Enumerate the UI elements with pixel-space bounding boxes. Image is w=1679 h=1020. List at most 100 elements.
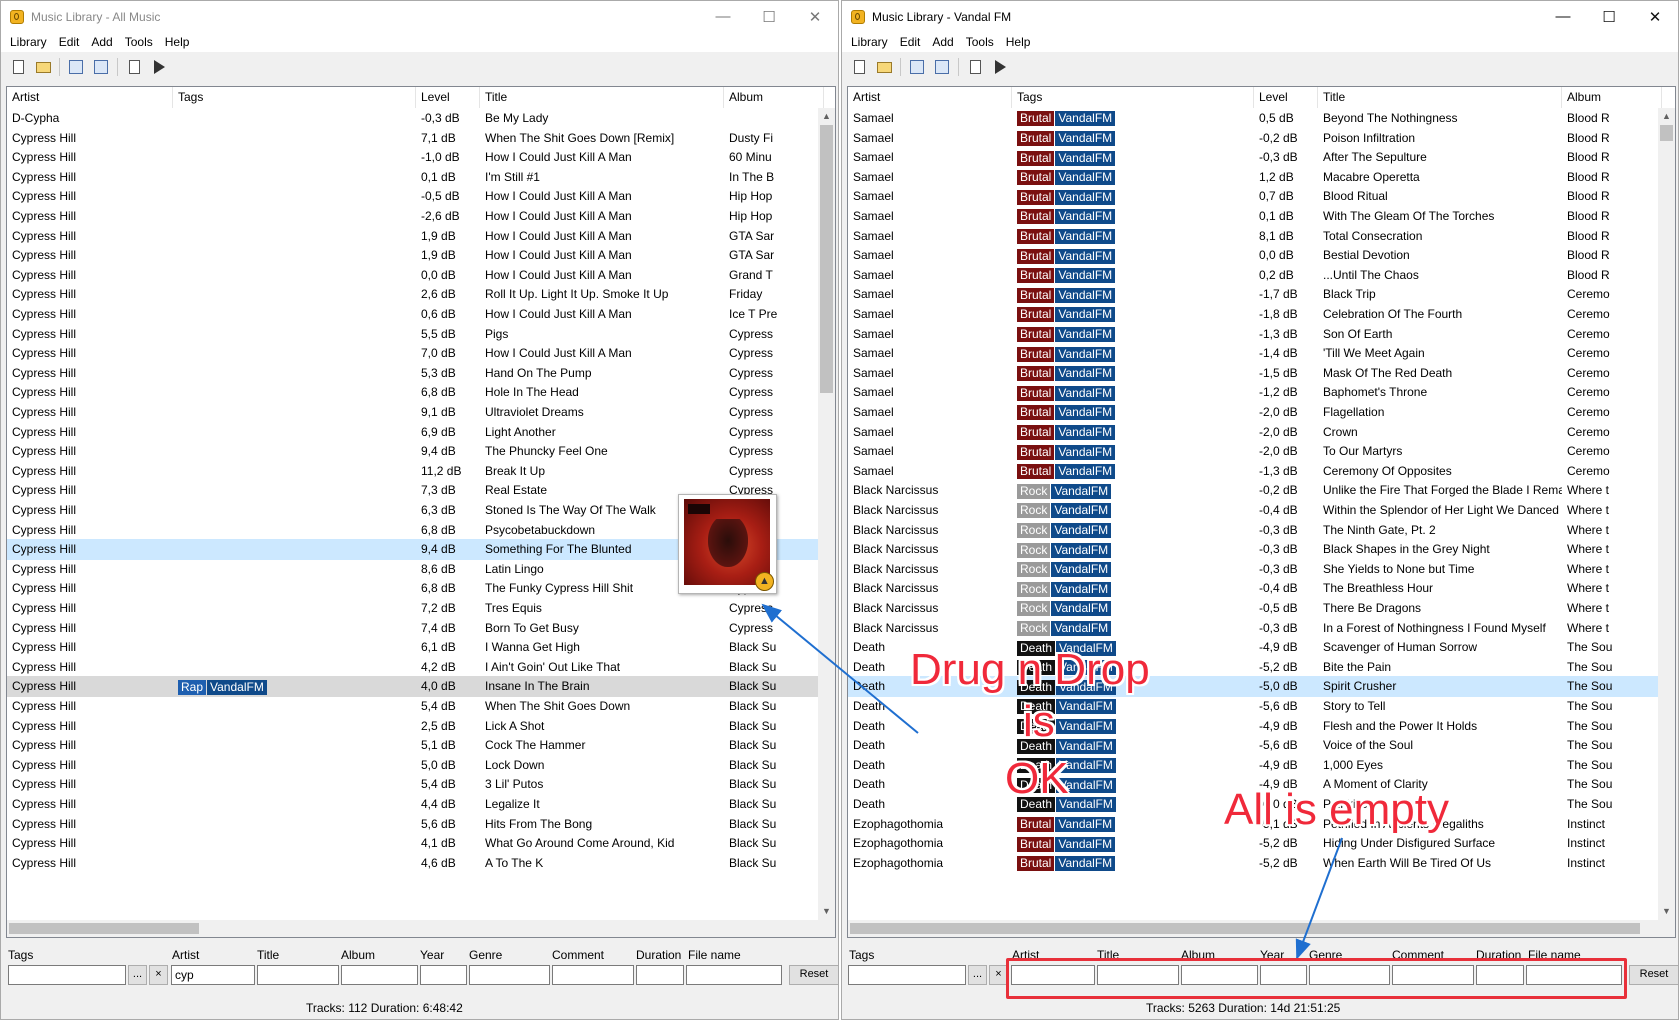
track-row[interactable]: Death Death VandalFM -4,9 dB Flesh and the P… (848, 716, 1675, 737)
add-folder-icon[interactable] (90, 56, 112, 78)
filter-year-input[interactable] (1260, 965, 1307, 985)
filter-filename-input[interactable] (686, 965, 782, 985)
scroll-down-icon[interactable]: ▼ (1658, 903, 1675, 920)
filter-title-input[interactable] (1097, 965, 1179, 985)
track-row[interactable]: Samael Brutal VandalFM -2,0 dB To Our Martyr… (848, 441, 1675, 462)
track-row[interactable]: Cypress Hill 6,1 dB I Wanna Get High Black … (7, 637, 835, 658)
track-row[interactable]: Samael Brutal VandalFM -0,3 dB After The Sep… (848, 147, 1675, 168)
reset-button[interactable]: Reset (789, 965, 838, 985)
add-folder-icon[interactable] (931, 56, 953, 78)
track-row[interactable]: Cypress Hill 9,1 dB Ultraviolet Dreams Cypr… (7, 402, 835, 423)
column-header-album[interactable]: Album (1562, 87, 1662, 108)
tags-clear-button[interactable]: × (149, 965, 168, 985)
add-files-icon[interactable] (906, 56, 928, 78)
track-row[interactable]: Cypress Hill 1,9 dB How I Could Just Kill … (7, 245, 835, 266)
horizontal-scrollbar[interactable] (848, 920, 1658, 937)
open-folder-icon[interactable] (873, 56, 895, 78)
column-header-title[interactable]: Title (480, 87, 724, 108)
scroll-down-icon[interactable]: ▼ (818, 903, 835, 920)
track-row[interactable]: Samael Brutal VandalFM 0,7 dB Blood Ritual Bl… (848, 186, 1675, 207)
track-row[interactable]: Cypress Hill 11,2 dB Break It Up Cypress (7, 461, 835, 482)
track-row[interactable]: Black Narcissus Rock VandalFM -0,5 dB There … (848, 598, 1675, 619)
play-icon[interactable] (989, 56, 1011, 78)
playlist-icon[interactable] (123, 56, 145, 78)
track-row[interactable]: Death Death VandalFM -4,9 dB 1,000 Eyes The S… (848, 755, 1675, 776)
track-row[interactable]: Cypress Hill 7,2 dB Tres Equis Cypress (7, 598, 835, 619)
column-header-level[interactable]: Level (416, 87, 480, 108)
menu-add[interactable]: Add (85, 35, 118, 49)
track-row[interactable]: Cypress Hill 7,4 dB Born To Get Busy Cypres… (7, 618, 835, 639)
filter-album-input[interactable] (341, 965, 418, 985)
track-row[interactable]: Samael Brutal VandalFM 1,2 dB Macabre Operet… (848, 167, 1675, 188)
minimize-button[interactable]: — (700, 1, 746, 32)
scroll-up-icon[interactable]: ▲ (818, 108, 835, 125)
column-header-level[interactable]: Level (1254, 87, 1318, 108)
track-row[interactable]: Cypress Hill 9,4 dB The Phuncky Feel One Cy… (7, 441, 835, 462)
track-row[interactable]: D-Cypha -0,3 dB Be My Lady (7, 108, 835, 129)
track-row[interactable]: Death Death VandalFM -5,6 dB Story to Tell Th… (848, 696, 1675, 717)
open-folder-icon[interactable] (32, 56, 54, 78)
track-row[interactable]: Samael Brutal VandalFM -1,5 dB Mask Of The R… (848, 363, 1675, 384)
add-files-icon[interactable] (65, 56, 87, 78)
track-row[interactable]: Black Narcissus Rock VandalFM -0,3 dB The Ni… (848, 520, 1675, 541)
scroll-up-icon[interactable]: ▲ (1658, 108, 1675, 125)
track-row[interactable]: Cypress Hill 5,4 dB 3 Lil' Putos Black Su (7, 774, 835, 795)
track-row[interactable]: Cypress Hill 6,8 dB Hole In The Head Cypres… (7, 382, 835, 403)
maximize-button[interactable]: ☐ (1586, 1, 1632, 32)
filter-filename-input[interactable] (1526, 965, 1622, 985)
column-header-tags[interactable]: Tags (173, 87, 416, 108)
tags-more-button[interactable]: ... (968, 965, 987, 985)
play-icon[interactable] (148, 56, 170, 78)
track-row[interactable]: Samael Brutal VandalFM -2,0 dB Flagellation C… (848, 402, 1675, 423)
track-row[interactable]: Samael Brutal VandalFM -1,3 dB Ceremony Of O… (848, 461, 1675, 482)
track-row[interactable]: Cypress Hill 2,5 dB Lick A Shot Black Su (7, 716, 835, 737)
menu-help[interactable]: Help (1000, 35, 1037, 49)
playlist-icon[interactable] (964, 56, 986, 78)
track-row[interactable]: Black Narcissus Rock VandalFM -0,4 dB The Br… (848, 578, 1675, 599)
scrollbar-thumb[interactable] (820, 125, 833, 393)
track-row[interactable]: Death Death VandalFM -5,6 dB Voice of the So… (848, 735, 1675, 756)
scrollbar-thumb[interactable] (850, 923, 1640, 934)
track-row[interactable]: Ezophagothomia Brutal VandalFM -5,2 dB When … (848, 853, 1675, 874)
track-row[interactable]: Black Narcissus Rock VandalFM -0,3 dB She Yi… (848, 559, 1675, 580)
scrollbar-thumb[interactable] (9, 923, 199, 934)
horizontal-scrollbar[interactable] (7, 920, 818, 937)
track-row[interactable]: Cypress Hill 5,0 dB Lock Down Black Su (7, 755, 835, 776)
track-row[interactable]: Ezophagothomia Brutal VandalFM -5,2 dB Hidin… (848, 833, 1675, 854)
track-row[interactable]: Samael Brutal VandalFM -0,2 dB Poison Infilt… (848, 128, 1675, 149)
track-row[interactable]: Cypress Hill 7,1 dB When The Shit Goes Dow… (7, 128, 835, 149)
track-row[interactable]: Cypress Hill 4,4 dB Legalize It Black Su (7, 794, 835, 815)
track-row[interactable]: Samael Brutal VandalFM 0,1 dB With The Gleam… (848, 206, 1675, 227)
track-row[interactable]: Cypress Hill -1,0 dB How I Could Just Kill… (7, 147, 835, 168)
filter-year-input[interactable] (420, 965, 467, 985)
track-row[interactable]: Death Death VandalFM -5,0 dB Spirit Crusher T… (848, 676, 1675, 698)
tags-more-button[interactable]: ... (128, 965, 147, 985)
filter-artist-input[interactable] (1011, 965, 1095, 985)
menu-tools[interactable]: Tools (119, 35, 159, 49)
tags-clear-button[interactable]: × (989, 965, 1008, 985)
column-header-artist[interactable]: Artist (848, 87, 1012, 108)
track-row[interactable]: Cypress Hill -0,5 dB How I Could Just Kill… (7, 186, 835, 207)
filter-tags-input[interactable] (848, 965, 966, 985)
track-row[interactable]: Cypress Hill 5,4 dB When The Shit Goes Dow… (7, 696, 835, 717)
track-row[interactable]: Black Narcissus Rock VandalFM -0,2 dB Unlike… (848, 480, 1675, 501)
menu-edit[interactable]: Edit (53, 35, 86, 49)
new-icon[interactable] (7, 56, 29, 78)
track-row[interactable]: Cypress Hill 5,3 dB Hand On The Pump Cypres… (7, 363, 835, 384)
filter-genre-input[interactable] (1309, 965, 1390, 985)
track-row[interactable]: Cypress Hill 4,1 dB What Go Around Come Ar… (7, 833, 835, 854)
menu-edit[interactable]: Edit (894, 35, 927, 49)
track-row[interactable]: Cypress Hill 7,0 dB How I Could Just Kill … (7, 343, 835, 364)
menu-library[interactable]: Library (845, 35, 894, 49)
scrollbar-thumb[interactable] (1660, 125, 1673, 141)
column-header-title[interactable]: Title (1318, 87, 1562, 108)
track-row[interactable]: Cypress Hill 5,1 dB Cock The Hammer Black S… (7, 735, 835, 756)
reset-button[interactable]: Reset (1629, 965, 1678, 985)
filter-genre-input[interactable] (469, 965, 550, 985)
track-row[interactable]: Cypress Hill -2,6 dB How I Could Just Kill… (7, 206, 835, 227)
track-row[interactable]: Black Narcissus Rock VandalFM -0,4 dB Within… (848, 500, 1675, 521)
track-row[interactable]: Samael Brutal VandalFM -1,3 dB Son Of Earth C… (848, 324, 1675, 345)
menu-help[interactable]: Help (159, 35, 196, 49)
vertical-scrollbar[interactable]: ▲ ▼ (1658, 108, 1675, 920)
track-row[interactable]: Samael Brutal VandalFM -1,4 dB 'Till We Meet… (848, 343, 1675, 364)
